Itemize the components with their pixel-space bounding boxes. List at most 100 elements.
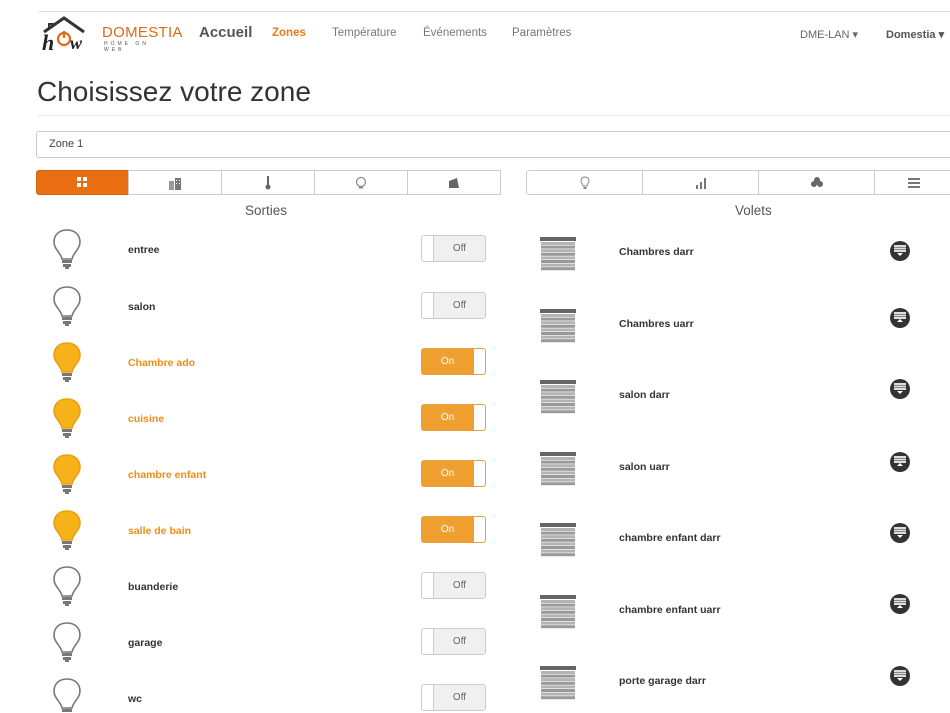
bulb-off-icon bbox=[52, 285, 82, 326]
toggle-state: On bbox=[422, 405, 473, 430]
sortie-toggle[interactable]: Off bbox=[421, 684, 486, 711]
volet-label: salon uarr bbox=[619, 461, 670, 473]
nav-zones[interactable]: Zones bbox=[272, 27, 306, 39]
toggle-knob bbox=[422, 236, 434, 261]
right-tabbar bbox=[526, 170, 950, 195]
menu-icon bbox=[908, 177, 920, 188]
navbar: h w DOMESTIA HOME ON WEB Accueil Zones T… bbox=[38, 12, 950, 54]
toggle-state: On bbox=[422, 517, 473, 542]
bulb-on-icon bbox=[52, 341, 82, 382]
volet-label: chambre enfant uarr bbox=[619, 604, 721, 616]
bulb-on-icon bbox=[52, 509, 82, 550]
shutter-icon bbox=[540, 380, 576, 414]
bulb-outline-icon bbox=[355, 176, 367, 188]
nav-user-dropdown[interactable]: Domestia ▾ bbox=[886, 28, 944, 41]
volet-label: salon darr bbox=[619, 389, 670, 401]
page-title: Choisissez votre zone bbox=[37, 76, 311, 107]
volet-label: Chambres uarr bbox=[619, 318, 694, 330]
left-tabbar bbox=[36, 170, 501, 195]
bulb-small-icon bbox=[579, 175, 590, 189]
toggle-state: Off bbox=[434, 629, 485, 654]
toggle-state: On bbox=[422, 461, 473, 486]
zone-select[interactable]: Zone 1 bbox=[36, 131, 950, 158]
sortie-toggle[interactable]: On bbox=[421, 516, 486, 543]
sortie-label: salle de bain bbox=[128, 525, 192, 537]
toggle-state: Off bbox=[434, 236, 485, 261]
bulb-off-icon bbox=[52, 565, 82, 606]
volets-heading: Volets bbox=[735, 203, 772, 218]
sortie-toggle[interactable]: On bbox=[421, 348, 486, 375]
toggle-knob bbox=[422, 685, 434, 710]
nav-temperature[interactable]: Température bbox=[332, 27, 397, 39]
shutter-up-button[interactable] bbox=[889, 451, 911, 473]
toggle-knob bbox=[473, 349, 485, 374]
shutter-icon bbox=[540, 595, 576, 629]
sortie-toggle[interactable]: Off bbox=[421, 235, 486, 262]
sortie-toggle[interactable]: Off bbox=[421, 572, 486, 599]
thermometer-icon bbox=[265, 175, 271, 189]
toggle-knob bbox=[422, 573, 434, 598]
tab-scenes[interactable] bbox=[314, 170, 408, 195]
tab-menu[interactable] bbox=[874, 170, 950, 195]
svg-text:w: w bbox=[70, 33, 83, 52]
logo-subtitle: HOME ON WEB bbox=[104, 41, 149, 53]
house-logo-icon: h w bbox=[42, 16, 85, 52]
logo-text: DOMESTIA bbox=[102, 24, 183, 41]
shutter-icon bbox=[540, 452, 576, 486]
tab-lights[interactable] bbox=[526, 170, 643, 195]
shutter-icon bbox=[540, 237, 576, 271]
nav-accueil[interactable]: Accueil bbox=[199, 24, 252, 41]
nav-dme-lan-dropdown[interactable]: DME-LAN ▾ bbox=[800, 28, 858, 41]
bulb-off-icon bbox=[52, 228, 82, 269]
sortie-toggle[interactable]: Off bbox=[421, 292, 486, 319]
toggle-knob bbox=[422, 293, 434, 318]
sorties-heading: Sorties bbox=[245, 203, 288, 218]
toggle-state: Off bbox=[434, 293, 485, 318]
domestia-logo[interactable]: h w DOMESTIA HOME ON WEB bbox=[38, 12, 182, 54]
signal-bars-icon bbox=[695, 177, 706, 189]
volet-label: chambre enfant darr bbox=[619, 532, 721, 544]
shutter-up-button[interactable] bbox=[889, 307, 911, 329]
nav-parametres[interactable]: Paramètres bbox=[512, 27, 571, 39]
toggle-knob bbox=[473, 461, 485, 486]
sortie-label: chambre enfant bbox=[128, 469, 207, 481]
tag-icon bbox=[449, 177, 459, 188]
bulb-off-icon bbox=[52, 677, 82, 713]
shutter-down-button[interactable] bbox=[889, 522, 911, 544]
tab-temperature[interactable] bbox=[221, 170, 315, 195]
shutter-up-button[interactable] bbox=[889, 593, 911, 615]
bulb-on-icon bbox=[52, 453, 82, 494]
sortie-toggle[interactable]: On bbox=[421, 404, 486, 431]
volet-label: porte garage darr bbox=[619, 675, 706, 687]
sortie-label: entree bbox=[128, 244, 160, 256]
shutter-down-button[interactable] bbox=[889, 240, 911, 262]
nav-evenements[interactable]: Événements bbox=[423, 27, 487, 39]
sortie-label: cuisine bbox=[128, 413, 165, 425]
sortie-toggle[interactable]: Off bbox=[421, 628, 486, 655]
shutter-icon bbox=[540, 666, 576, 700]
tab-dimmers[interactable] bbox=[642, 170, 759, 195]
title-divider bbox=[37, 115, 950, 116]
shutter-icon bbox=[540, 523, 576, 557]
sortie-label: garage bbox=[128, 637, 163, 649]
svg-text:h: h bbox=[42, 30, 54, 52]
shutter-down-button[interactable] bbox=[889, 378, 911, 400]
bulb-off-icon bbox=[52, 621, 82, 662]
bulb-on-icon bbox=[52, 397, 82, 438]
grid-icon bbox=[77, 177, 87, 187]
sortie-label: wc bbox=[128, 693, 143, 705]
tab-groups[interactable] bbox=[758, 170, 875, 195]
toggle-knob bbox=[422, 629, 434, 654]
toggle-knob bbox=[473, 405, 485, 430]
sortie-toggle[interactable]: On bbox=[421, 460, 486, 487]
tab-building[interactable] bbox=[128, 170, 222, 195]
shutter-down-button[interactable] bbox=[889, 665, 911, 687]
sortie-label: Chambre ado bbox=[128, 357, 196, 369]
volet-label: Chambres darr bbox=[619, 246, 694, 258]
tab-grid[interactable] bbox=[36, 170, 129, 195]
tab-tag[interactable] bbox=[407, 170, 501, 195]
toggle-state: Off bbox=[434, 573, 485, 598]
sortie-label: salon bbox=[128, 301, 156, 313]
building-icon bbox=[169, 177, 181, 190]
toggle-state: Off bbox=[434, 685, 485, 710]
